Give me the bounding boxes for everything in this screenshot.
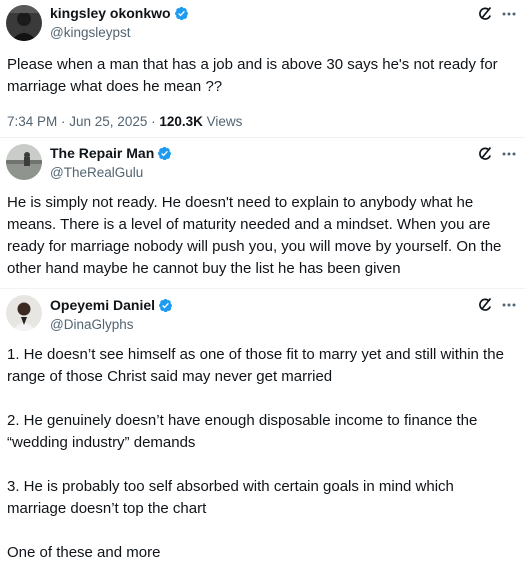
tweet-paragraph: One of these and more (7, 544, 161, 561)
avatar[interactable] (6, 295, 42, 331)
verified-badge-icon (158, 146, 172, 161)
more-icon[interactable] (501, 6, 517, 22)
author-name[interactable]: Opeyemi Daniel (50, 297, 173, 314)
author-handle[interactable]: @kingsleypst (50, 24, 131, 41)
grok-icon[interactable] (477, 146, 493, 162)
tweet-paragraph: 1. He doesn’t see himself as one of thos… (7, 346, 504, 385)
tweet-paragraph: 2. He genuinely doesn’t have enough disp… (7, 412, 478, 451)
avatar[interactable] (6, 5, 42, 41)
grok-icon[interactable] (477, 6, 493, 22)
tweet-text: He is simply not ready. He doesn't need … (7, 194, 502, 277)
verified-badge-icon (174, 6, 188, 21)
author-name[interactable]: kingsley okonkwo (50, 5, 189, 22)
avatar[interactable] (6, 144, 42, 180)
more-icon[interactable] (501, 297, 517, 313)
display-name[interactable]: The Repair Man (50, 145, 154, 162)
timestamp[interactable]: 7:34 PM · Jun 25, 2025 · (7, 114, 159, 129)
display-name[interactable]: kingsley okonkwo (50, 5, 171, 22)
tweet-text: 1. He doesn’t see himself as one of thos… (7, 344, 517, 564)
tweet-text: Please when a man that has a job and is … (7, 56, 498, 95)
reply-tweet[interactable]: Opeyemi Daniel @DinaGlyphs 1. He doesn’t… (0, 289, 525, 565)
views-label: Views (202, 114, 243, 129)
views-count: 120.3K (159, 114, 203, 129)
display-name[interactable]: Opeyemi Daniel (50, 297, 155, 314)
reply-tweet[interactable]: The Repair Man @TheRealGulu He is simply… (0, 138, 525, 288)
tweet-paragraph: 3. He is probably too self absorbed with… (7, 478, 454, 517)
verified-badge-icon (159, 298, 172, 313)
grok-icon[interactable] (477, 297, 493, 313)
more-icon[interactable] (501, 146, 517, 162)
tweet-metadata: 7:34 PM · Jun 25, 2025 · 120.3K Views (7, 113, 242, 130)
author-name[interactable]: The Repair Man (50, 145, 172, 162)
tweet-main[interactable]: kingsley okonkwo @kingsleypst Please whe… (0, 0, 525, 135)
author-handle[interactable]: @DinaGlyphs (50, 316, 134, 333)
author-handle[interactable]: @TheRealGulu (50, 164, 143, 181)
